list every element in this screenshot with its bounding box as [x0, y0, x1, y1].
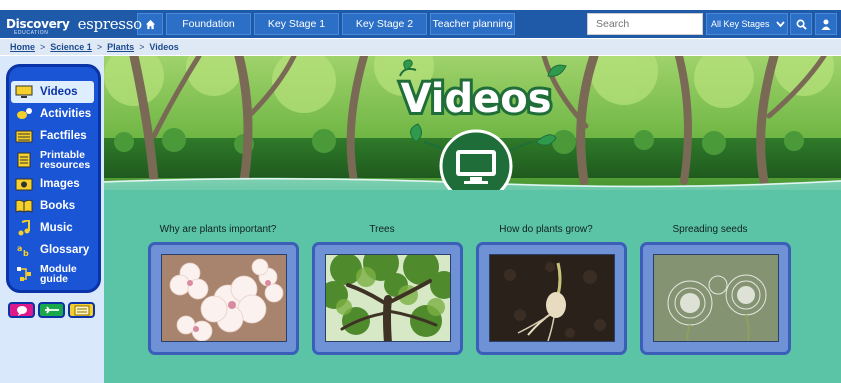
- logo-product-text: espresso: [77, 15, 143, 33]
- toggle-button[interactable]: [38, 302, 65, 318]
- music-note-icon: [14, 220, 34, 236]
- sidebar-item-activities[interactable]: Activities: [9, 103, 98, 125]
- printable-icon: [14, 152, 34, 168]
- thumbnail-dandelion[interactable]: [653, 254, 779, 342]
- key-stage-dropdown[interactable]: All Key Stages: [706, 13, 788, 35]
- video-card-trees[interactable]: [312, 242, 463, 355]
- thumbnail-blossom[interactable]: [161, 254, 287, 342]
- speech-bubble-icon: [16, 305, 27, 316]
- sidebar-item-label: Module guide: [40, 264, 77, 285]
- thumbnail-seedling[interactable]: [489, 254, 615, 342]
- factfiles-icon: [14, 129, 34, 143]
- blossom-image: [162, 255, 286, 341]
- sidebar-item-label: Music: [40, 222, 73, 234]
- banner-title: Videos: [400, 76, 551, 122]
- breadcrumb-science-1[interactable]: Science 1: [50, 42, 92, 52]
- breadcrumb-current: Videos: [149, 42, 179, 52]
- toggle-icon: [44, 306, 59, 314]
- chevron-down-icon: [775, 19, 785, 29]
- breadcrumb: Home > Science 1 > Plants > Videos: [0, 39, 841, 55]
- sidebar-item-label: Glossary: [40, 244, 90, 256]
- logo-sub-text: EDUCATION: [14, 30, 49, 36]
- top-navigation-bar: Discovery espresso EDUCATION Foundation …: [0, 10, 841, 38]
- books-icon: [14, 199, 34, 213]
- forest-banner-illustration: Videos: [104, 56, 841, 203]
- video-card-spreading-seeds[interactable]: [640, 242, 791, 355]
- label-line-2: resources: [40, 159, 91, 171]
- sidebar-item-label: Videos: [40, 86, 78, 98]
- sidebar-item-glossary[interactable]: ab Glossary: [9, 239, 98, 261]
- thumbnail-tree[interactable]: [325, 254, 451, 342]
- breadcrumb-plants[interactable]: Plants: [107, 42, 134, 52]
- user-icon: [821, 19, 831, 30]
- card-title-how-plants-grow[interactable]: How do plants grow?: [471, 224, 621, 235]
- search-icon: [796, 19, 807, 30]
- module-guide-icon: [14, 267, 34, 281]
- notepad-button[interactable]: [68, 302, 95, 318]
- breadcrumb-separator: >: [40, 42, 46, 52]
- monitor-icon: [14, 85, 34, 99]
- breadcrumb-separator: >: [139, 42, 145, 52]
- sidebar-item-label: Printable resources: [40, 150, 91, 171]
- tree-image: [326, 255, 450, 341]
- key-stage-dropdown-label: All Key Stages: [711, 19, 770, 29]
- sidebar-item-label: Images: [40, 178, 80, 190]
- search-input[interactable]: [587, 13, 703, 35]
- breadcrumb-home[interactable]: Home: [10, 42, 35, 52]
- user-account-button[interactable]: [815, 13, 837, 35]
- sidebar-item-printable-resources[interactable]: Printable resources: [9, 147, 98, 173]
- card-title-why-plants-important[interactable]: Why are plants important?: [143, 224, 293, 235]
- nav-teacher-planning[interactable]: Teacher planning: [430, 13, 515, 35]
- nav-foundation[interactable]: Foundation: [166, 13, 251, 35]
- discovery-espresso-logo[interactable]: Discovery espresso EDUCATION: [0, 10, 142, 38]
- sidebar-item-label: Books: [40, 200, 76, 212]
- logo-brand-text: Discovery: [6, 17, 70, 31]
- nav-key-stage-1[interactable]: Key Stage 1: [254, 13, 339, 35]
- sidebar-item-videos[interactable]: Videos: [11, 81, 94, 103]
- label-line-2: guide: [40, 273, 68, 285]
- notepad-icon: [74, 305, 89, 315]
- sidebar-item-label: Activities: [40, 108, 92, 120]
- glossary-icon: ab: [14, 243, 34, 257]
- breadcrumb-separator: >: [96, 42, 103, 52]
- nav-key-stage-2[interactable]: Key Stage 2: [342, 13, 427, 35]
- card-title-trees[interactable]: Trees: [307, 224, 457, 235]
- video-card-how-plants-grow[interactable]: [476, 242, 627, 355]
- videos-banner: Videos: [104, 56, 841, 203]
- sidebar-item-label: Factfiles: [40, 130, 87, 142]
- images-icon: [14, 177, 34, 191]
- home-icon: [145, 19, 155, 29]
- dandelion-image: [654, 255, 778, 341]
- activities-icon: [14, 107, 34, 121]
- sidebar-item-module-guide[interactable]: Module guide: [9, 261, 98, 287]
- svg-text:a: a: [17, 244, 22, 253]
- speech-bubble-button[interactable]: [8, 302, 35, 318]
- sidebar-item-factfiles[interactable]: Factfiles: [9, 125, 98, 147]
- sidebar-item-music[interactable]: Music: [9, 217, 98, 239]
- seedling-image: [490, 255, 614, 341]
- sidebar-item-books[interactable]: Books: [9, 195, 98, 217]
- svg-text:b: b: [23, 249, 29, 257]
- sidebar-tools: [8, 302, 95, 318]
- card-title-spreading-seeds[interactable]: Spreading seeds: [635, 224, 785, 235]
- video-card-why-plants-important[interactable]: [148, 242, 299, 355]
- sidebar-menu: Videos Activities Factfiles Printable res…: [6, 64, 101, 293]
- sidebar-item-images[interactable]: Images: [9, 173, 98, 195]
- search-button[interactable]: [790, 13, 812, 35]
